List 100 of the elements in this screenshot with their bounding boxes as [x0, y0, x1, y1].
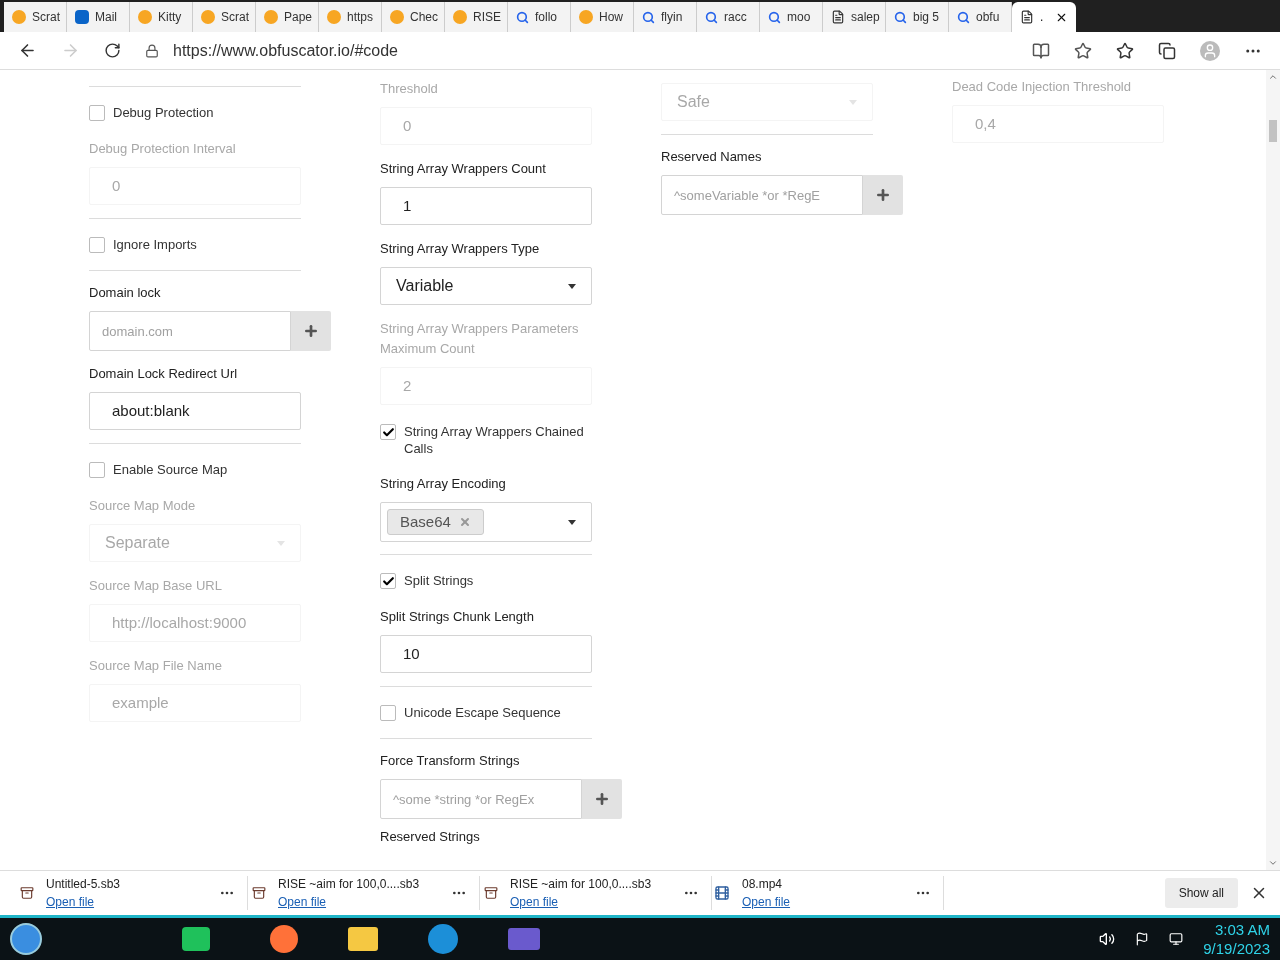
back-icon[interactable]	[18, 41, 37, 60]
open-file-link[interactable]: Open file	[742, 893, 903, 911]
field-label: Force Transform Strings	[380, 752, 521, 770]
field-label: Reserved Names	[661, 148, 763, 166]
field-label: String Array Wrappers Parameters Maximum Count	[380, 320, 580, 358]
page-icon	[831, 10, 845, 24]
input-field[interactable]: about:blank	[89, 392, 301, 430]
browser-tab[interactable]: flyin	[634, 2, 697, 32]
checkbox[interactable]	[89, 237, 105, 253]
field-label: Source Map File Name	[89, 657, 223, 675]
flag-icon[interactable]	[1135, 932, 1150, 946]
input-field[interactable]: ^some *string *or RegEx	[380, 779, 582, 819]
open-file-link[interactable]: Open file	[510, 893, 671, 911]
scroll-up-icon[interactable]	[1268, 72, 1278, 82]
browser-tab[interactable]: .	[1012, 2, 1076, 32]
field-label: Reserved Strings	[380, 829, 481, 845]
input-field[interactable]: ^someVariable *or *RegE	[661, 175, 863, 215]
dropdown[interactable]: Variable	[380, 267, 592, 305]
search-icon	[768, 10, 781, 24]
file-name: 08.mp4	[742, 876, 784, 893]
browser-tab[interactable]: obfu	[949, 2, 1012, 32]
checkbox[interactable]	[89, 462, 105, 478]
plus-icon	[303, 323, 319, 339]
browser-tab[interactable]: big 5	[886, 2, 949, 32]
input-field[interactable]: 10	[380, 635, 592, 673]
field-label: String Array Wrappers Count	[380, 160, 547, 178]
field-label: Domain Lock Redirect Url	[89, 365, 239, 383]
file-icon	[20, 886, 34, 900]
browser-tab[interactable]: https	[319, 2, 382, 32]
input-field[interactable]: domain.com	[89, 311, 291, 351]
file-icon	[484, 886, 498, 900]
lock-icon	[145, 43, 159, 58]
browser-tab[interactable]: moo	[760, 2, 823, 32]
checkbox-label: String Array Wrappers Chained Calls	[404, 423, 585, 457]
add-button[interactable]	[291, 311, 331, 351]
multi-select[interactable]: Base64	[380, 502, 592, 542]
checkbox-label: Split Strings	[404, 572, 474, 589]
search-icon	[894, 10, 907, 24]
page-icon	[1020, 10, 1034, 24]
file-icon	[252, 886, 266, 900]
input-field[interactable]: 1	[380, 187, 592, 225]
scroll-down-icon[interactable]	[1268, 858, 1278, 868]
caret-icon	[568, 283, 576, 289]
field-label: Split Strings Chunk Length	[380, 608, 535, 626]
plus-icon	[594, 791, 610, 807]
scrollbar[interactable]	[1266, 70, 1280, 870]
browser-tab[interactable]: Scrat	[193, 2, 256, 32]
browser-tab[interactable]: Kitty	[130, 2, 193, 32]
url-field[interactable]: https://www.obfuscator.io/#code	[145, 35, 1008, 66]
file-name: RISE ~aim for 100,0....sb3	[510, 876, 653, 893]
checkbox[interactable]	[380, 573, 396, 589]
reload-icon[interactable]	[104, 42, 121, 59]
favorites-icon[interactable]	[1116, 41, 1134, 60]
browser-tab[interactable]: racc	[697, 2, 760, 32]
browser-tab[interactable]: follo	[508, 2, 571, 32]
scrollbar-thumb[interactable]	[1269, 120, 1277, 142]
checkbox[interactable]	[380, 424, 396, 440]
browser-tab[interactable]: Chec	[382, 2, 445, 32]
field-label: Domain lock	[89, 284, 162, 302]
checkbox[interactable]	[89, 105, 105, 121]
browser-tab[interactable]: Mail	[67, 2, 130, 32]
video-file-icon	[714, 885, 730, 901]
browser-tab[interactable]: Scrat	[4, 2, 67, 32]
field-label: Threshold	[380, 80, 439, 98]
start-button[interactable]	[10, 923, 42, 955]
search-icon	[516, 10, 529, 24]
collections-icon[interactable]	[1158, 41, 1176, 60]
field-label: Source Map Mode	[89, 497, 197, 515]
tag-chip[interactable]: Base64	[387, 509, 484, 535]
show-all-button[interactable]: Show all	[1164, 878, 1238, 908]
checkbox-label: Enable Source Map	[113, 461, 228, 478]
browser-tab[interactable]: RISE	[445, 2, 508, 32]
field-label: String Array Encoding	[380, 475, 507, 493]
field-label: Source Map Base URL	[89, 577, 223, 595]
file-name: RISE ~aim for 100,0....sb3	[278, 876, 421, 893]
file-name: Untitled-5.sb3	[46, 876, 122, 893]
caret-icon	[277, 540, 285, 546]
plus-icon	[875, 187, 891, 203]
network-icon[interactable]	[1169, 932, 1184, 946]
favorite-icon[interactable]	[1074, 41, 1092, 60]
open-file-link[interactable]: Open file	[46, 893, 207, 911]
search-icon	[642, 10, 655, 24]
search-icon	[705, 10, 718, 24]
add-button[interactable]	[863, 175, 903, 215]
volume-icon[interactable]	[1099, 931, 1116, 947]
checkbox-label: Unicode Escape Sequence	[404, 704, 561, 721]
field-label: Dead Code Injection Threshold	[952, 78, 1132, 96]
field-label: Debug Protection Interval	[89, 140, 237, 158]
browser-tab[interactable]: salep	[823, 2, 886, 32]
checkbox-label: Debug Protection	[113, 104, 214, 121]
checkbox[interactable]	[380, 705, 396, 721]
clock[interactable]: 3:03 AM 9/19/2023	[1203, 920, 1270, 958]
caret-icon	[849, 99, 857, 105]
checkbox-label: Ignore Imports	[113, 236, 197, 253]
reader-icon[interactable]	[1032, 41, 1050, 60]
open-file-link[interactable]: Open file	[278, 893, 439, 911]
add-button[interactable]	[582, 779, 622, 819]
search-icon	[957, 10, 970, 24]
browser-tab[interactable]: Pape	[256, 2, 319, 32]
browser-tab[interactable]: How	[571, 2, 634, 32]
